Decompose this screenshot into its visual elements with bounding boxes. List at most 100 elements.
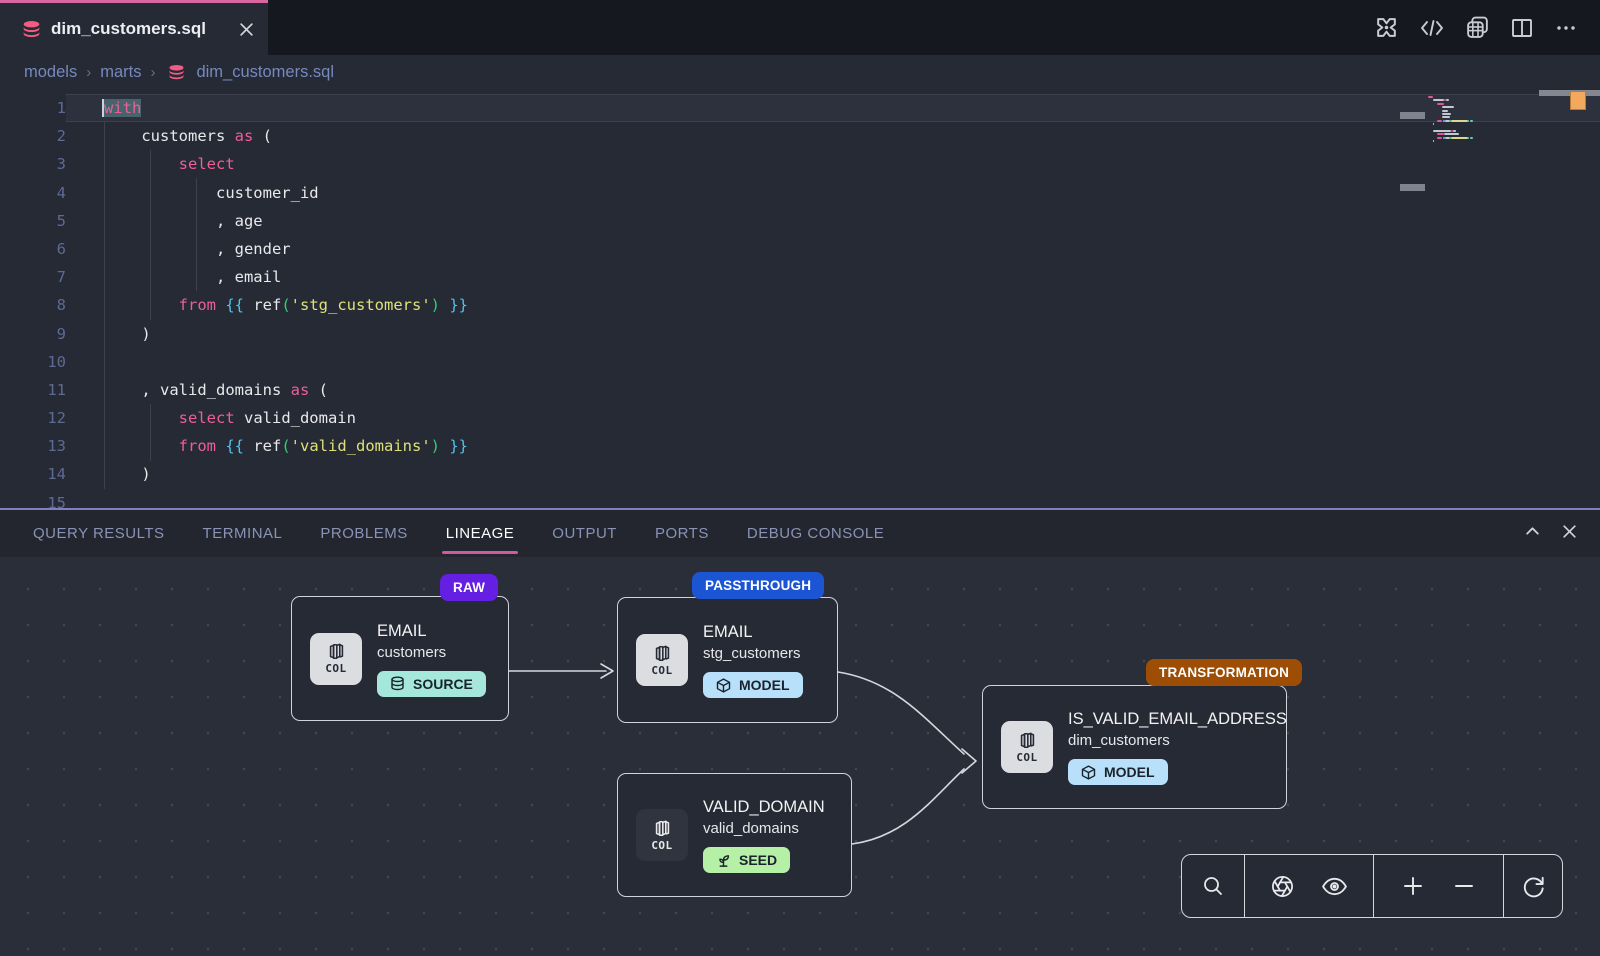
column-chip: COL: [636, 634, 688, 686]
panel-tab-lineage[interactable]: LINEAGE: [446, 519, 515, 548]
column-chip: COL: [1001, 721, 1053, 773]
visibility-button[interactable]: [1321, 874, 1348, 899]
node-column-name: EMAIL: [377, 621, 486, 642]
panel-tab-query-results[interactable]: QUERY RESULTS: [33, 519, 165, 548]
tag-transformation[interactable]: TRANSFORMATION: [1146, 659, 1302, 686]
breadcrumb-models[interactable]: models: [24, 63, 77, 82]
code-line-7[interactable]: , email: [66, 263, 1600, 291]
code-line-12[interactable]: select valid_domain: [66, 404, 1600, 432]
line-number: 9: [0, 320, 66, 348]
breadcrumb: models › marts › dim_customers.sql: [0, 55, 1600, 90]
node-model-name: dim_customers: [1068, 730, 1287, 751]
resource-badge-seed[interactable]: SEED: [703, 847, 790, 873]
panel-tab-problems[interactable]: PROBLEMS: [320, 519, 407, 548]
ide-window: dim_customers.sql models ›: [0, 0, 1600, 956]
line-number: 6: [0, 235, 66, 263]
split-editor-icon[interactable]: [1510, 16, 1534, 40]
line-number: 11: [0, 376, 66, 404]
panel-tab-debug-console[interactable]: DEBUG CONSOLE: [747, 519, 884, 548]
editor-tab-dim-customers[interactable]: dim_customers.sql: [0, 0, 268, 55]
code-line-5[interactable]: , age: [66, 207, 1600, 235]
line-number: 7: [0, 263, 66, 291]
lineage-node-customers[interactable]: COL EMAIL customers SOURCE: [291, 596, 509, 721]
collapse-panel-icon[interactable]: [1524, 523, 1541, 545]
breadcrumb-file[interactable]: dim_customers.sql: [196, 63, 334, 82]
columns-icon: [327, 642, 346, 661]
lens-button[interactable]: [1270, 874, 1295, 899]
code-line-14[interactable]: ): [66, 460, 1600, 488]
badge-label: SOURCE: [413, 676, 473, 692]
zoom-out-button[interactable]: [1452, 874, 1476, 898]
lineage-node-valid-domains[interactable]: COL VALID_DOMAIN valid_domains SEED: [617, 773, 852, 897]
zoom-in-button[interactable]: [1401, 874, 1425, 898]
refresh-button[interactable]: [1504, 855, 1562, 917]
panel-tab-output[interactable]: OUTPUT: [552, 519, 617, 548]
code-line-13[interactable]: from {{ ref('valid_domains') }}: [66, 432, 1600, 460]
breadcrumb-marts[interactable]: marts: [100, 63, 141, 82]
indent-guide: [104, 122, 105, 489]
lineage-node-dim-customers[interactable]: COL IS_VALID_EMAIL_ADDRESS dim_customers…: [982, 685, 1287, 809]
close-panel-icon[interactable]: [1561, 523, 1578, 545]
line-number: 8: [0, 291, 66, 319]
code-line-9[interactable]: ): [66, 320, 1600, 348]
code-line-8[interactable]: from {{ ref('stg_customers') }}: [66, 291, 1600, 319]
tag-passthrough[interactable]: PASSTHROUGH: [692, 572, 824, 599]
close-tab-icon[interactable]: [239, 22, 254, 37]
node-column-name: EMAIL: [703, 622, 803, 643]
line-number: 10: [0, 348, 66, 376]
search-icon: [1201, 874, 1225, 898]
code-lines[interactable]: with customers as ( select customer_id ,…: [66, 94, 1600, 508]
eye-icon: [1321, 874, 1348, 899]
panel-tab-ports[interactable]: PORTS: [655, 519, 709, 548]
chevron-right-icon: ›: [86, 64, 91, 81]
resource-badge-source[interactable]: SOURCE: [377, 671, 486, 697]
line-number: 13: [0, 432, 66, 460]
indent-guide: [150, 150, 151, 320]
panel-tab-terminal[interactable]: TERMINAL: [203, 519, 283, 548]
minus-icon: [1452, 874, 1476, 898]
line-number: 4: [0, 179, 66, 207]
line-number: 1: [0, 94, 66, 122]
code-editor[interactable]: 123456789101112131415 with customers as …: [0, 90, 1600, 508]
line-numbers: 123456789101112131415: [0, 94, 66, 508]
columns-icon: [1018, 731, 1037, 750]
node-model-name: valid_domains: [703, 818, 825, 839]
code-line-11[interactable]: , valid_domains as (: [66, 376, 1600, 404]
dbt-logo-icon[interactable]: [1374, 15, 1399, 40]
chip-label: COL: [651, 839, 672, 852]
line-number: 15: [0, 489, 66, 508]
lineage-toolbar: [1181, 854, 1563, 918]
edge-valid-domains-to-dim: [852, 769, 964, 844]
minimap[interactable]: [1428, 96, 1543, 147]
code-line-3[interactable]: select: [66, 150, 1600, 178]
code-line-10[interactable]: [66, 348, 1600, 376]
line-number: 12: [0, 404, 66, 432]
code-line-6[interactable]: , gender: [66, 235, 1600, 263]
chevron-right-icon: ›: [150, 64, 155, 81]
aperture-icon: [1270, 874, 1295, 899]
lineage-node-stg-customers[interactable]: COL EMAIL stg_customers MODEL: [617, 597, 838, 723]
minimap-marker: [1400, 184, 1425, 191]
resource-badge-model[interactable]: MODEL: [1068, 759, 1168, 785]
code-line-2[interactable]: customers as (: [66, 122, 1600, 150]
node-model-name: stg_customers: [703, 643, 803, 664]
cube-icon: [716, 678, 731, 693]
code-line-4[interactable]: customer_id: [66, 179, 1600, 207]
more-actions-icon[interactable]: [1554, 16, 1578, 40]
duplicate-table-icon[interactable]: [1465, 15, 1490, 40]
tag-raw[interactable]: RAW: [440, 574, 498, 601]
code-line-15[interactable]: [66, 489, 1600, 508]
code-line-1[interactable]: with: [66, 94, 1600, 122]
code-icon[interactable]: [1419, 17, 1445, 39]
resource-badge-model[interactable]: MODEL: [703, 672, 803, 698]
line-number: 3: [0, 150, 66, 178]
indent-guide: [196, 178, 197, 291]
columns-icon: [653, 819, 672, 838]
search-button[interactable]: [1182, 855, 1245, 917]
badge-label: MODEL: [739, 677, 790, 693]
badge-label: MODEL: [1104, 764, 1155, 780]
lineage-canvas[interactable]: COL EMAIL customers SOURCE COL EMAIL stg…: [0, 557, 1600, 956]
database-icon: [22, 20, 41, 39]
titlebar: dim_customers.sql: [0, 0, 1600, 55]
database-icon: [390, 676, 405, 691]
